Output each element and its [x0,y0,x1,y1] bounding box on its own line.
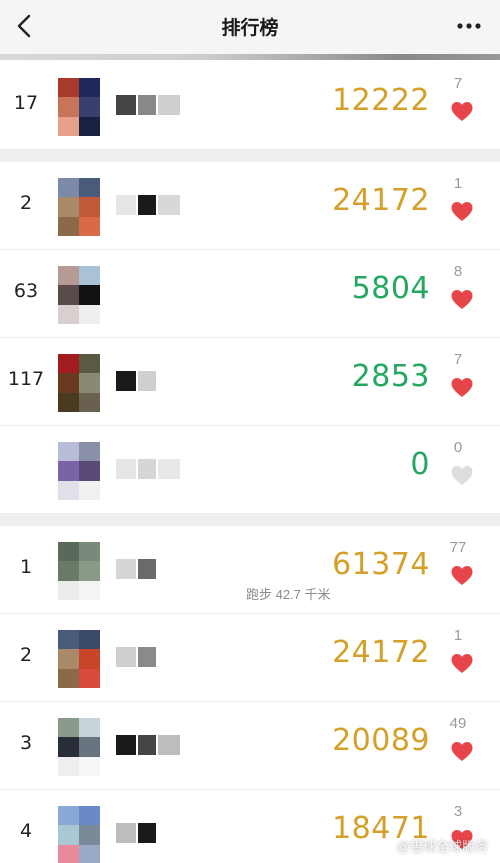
step-count: 24172 [332,183,430,218]
banner-strip [0,54,500,60]
avatar[interactable] [58,178,100,236]
step-count: 5804 [351,271,430,306]
like-count: 8 [453,263,463,280]
avatar[interactable] [58,718,100,776]
heart-like-icon[interactable] [450,464,474,486]
like-count: 49 [449,715,467,732]
rank-number: 63 [13,280,39,302]
friend-row[interactable]: 117 2853 7 [0,338,500,426]
step-count: 24172 [332,635,430,670]
heart-like-icon[interactable] [450,288,474,310]
heart-like-icon[interactable] [450,200,474,222]
avatar[interactable] [58,266,100,324]
step-count: 12222 [332,83,430,118]
section-divider [0,514,500,526]
user-name-blurred [116,195,182,217]
user-name-blurred [116,823,158,845]
step-count: 0 [410,447,430,482]
section-divider [0,150,500,162]
activity-note: 跑步 42.7 千米 [246,587,331,602]
rank-number: 1 [19,556,33,578]
rank-number: 4 [19,820,33,842]
heart-like-icon[interactable] [450,652,474,674]
rank-number: 2 [19,644,33,666]
user-name-blurred [116,459,182,481]
user-name-blurred [116,735,182,757]
watermark: @雪球全球版务 [396,839,488,854]
leaderboard-row[interactable]: 1 61374 跑步 42.7 千米 77 [0,526,500,614]
like-count: 7 [453,75,463,92]
like-count: 7 [453,351,463,368]
step-count: 2853 [351,359,430,394]
nav-bar: 排行榜 [0,0,500,54]
leaderboard-row[interactable]: 2 24172 1 [0,614,500,702]
heart-like-icon[interactable] [450,740,474,762]
user-name-blurred [116,95,182,117]
heart-like-icon[interactable] [450,376,474,398]
friend-row[interactable]: 00 [0,426,500,514]
heart-like-icon[interactable] [450,100,474,122]
user-name-blurred [116,371,158,393]
like-count: 1 [453,627,463,644]
heart-like-icon[interactable] [450,564,474,586]
avatar[interactable] [58,806,100,863]
friend-row[interactable]: 2 24172 1 [0,162,500,250]
avatar[interactable] [58,630,100,688]
rank-number: 3 [19,732,33,754]
rank-number: 17 [13,92,39,114]
like-count: 3 [453,803,463,820]
user-name-blurred [116,647,158,669]
more-options-icon[interactable] [456,22,482,30]
avatar[interactable] [58,542,100,600]
rank-number: 2 [19,192,33,214]
friend-row[interactable]: 63 5804 8 [0,250,500,338]
user-name-blurred [116,559,158,581]
avatar[interactable] [58,78,100,136]
my-rank-row[interactable]: 17 12222 7 [0,62,500,150]
avatar[interactable] [58,354,100,412]
avatar[interactable] [58,442,100,500]
page-title: 排行榜 [221,17,279,39]
step-count: 61374 [332,547,430,582]
like-count: 77 [449,539,467,556]
rank-number: 117 [7,368,45,390]
step-count: 20089 [332,723,430,758]
like-count: 1 [453,175,463,192]
leaderboard-row[interactable]: 3 20089 49 [0,702,500,790]
like-count: 0 [453,439,463,456]
